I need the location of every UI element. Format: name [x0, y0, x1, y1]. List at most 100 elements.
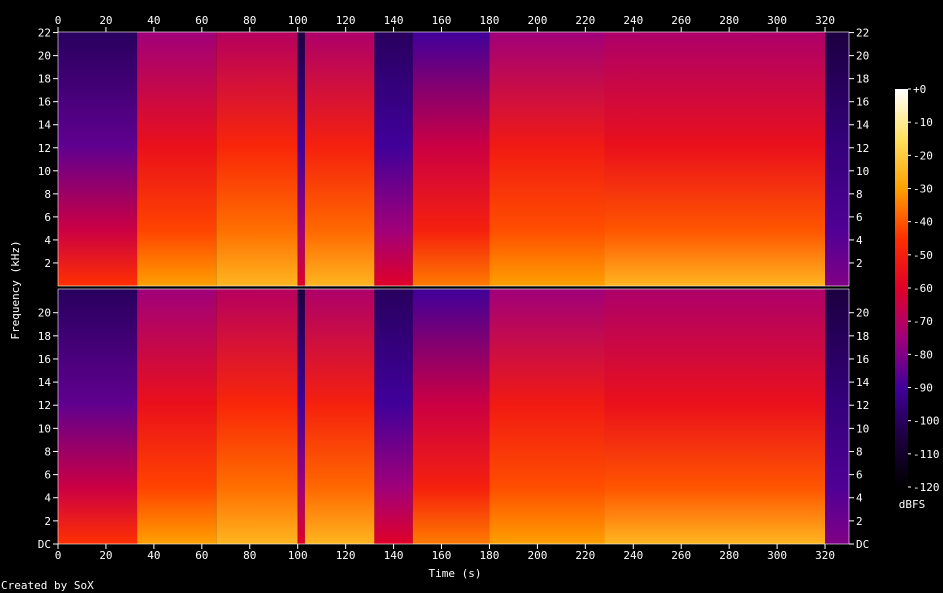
- x-tick-label: 200: [527, 549, 547, 562]
- colorbar-gradient: [895, 89, 908, 487]
- y-tick-label: 6: [856, 469, 863, 482]
- colorbar-tick-label: -60: [913, 282, 933, 295]
- y-tick-label: 4: [44, 234, 51, 247]
- spectrogram-segment: [304, 289, 375, 544]
- spectrogram-segment: [374, 32, 413, 286]
- colorbar-tick-label: -10: [913, 116, 933, 129]
- colorbar-tick-label: -50: [913, 249, 933, 262]
- y-tick-label: 18: [38, 73, 51, 86]
- y-tick-label: DC: [38, 538, 51, 551]
- colorbar-tick-label: -80: [913, 348, 933, 361]
- credit-text: Created by SoX: [1, 579, 94, 592]
- y-tick-label: 12: [38, 399, 51, 412]
- x-tick-label: 80: [243, 14, 256, 27]
- y-tick-label: 8: [44, 445, 51, 458]
- spectrogram-chart: 0 20 40 60 80 100 120 140 160 180 200 220 240 260 280 3…: [1, 14, 940, 592]
- spectrogram-segment: [137, 289, 217, 544]
- x-tick-label: 240: [623, 549, 643, 562]
- spectrogram-segment: [825, 289, 849, 544]
- y-tick-label: 12: [856, 142, 869, 155]
- spectrogram-segment: [58, 289, 138, 544]
- y-tick-label: 14: [856, 119, 870, 132]
- x-tick-label: 200: [527, 14, 547, 27]
- spectrogram-segment: [216, 289, 298, 544]
- colorbar-label: dBFS: [899, 498, 926, 511]
- y-tick-label: 10: [38, 165, 51, 178]
- y-tick-label: 16: [38, 96, 51, 109]
- y-tick-label: 20: [38, 307, 51, 320]
- y-tick-label: 4: [44, 492, 51, 505]
- x-tick-label: 220: [575, 14, 595, 27]
- x-tick-label: 180: [480, 549, 500, 562]
- y-tick-label: 10: [856, 422, 869, 435]
- spectrogram-segment: [412, 32, 490, 286]
- x-ticks-bottom: 0 20 40 60 80 100 120 140 160 180 200 220 240 260 280 3…: [55, 544, 835, 562]
- plot-areas: [57, 31, 850, 545]
- x-tick-label: 240: [623, 14, 643, 27]
- y-tick-label: 14: [38, 376, 52, 389]
- y-tick-label: 8: [44, 188, 51, 201]
- colorbar-tick-label: -100: [913, 415, 940, 428]
- x-tick-label: 280: [719, 549, 739, 562]
- x-tick-label: 120: [336, 14, 356, 27]
- y-tick-label: 16: [856, 96, 869, 109]
- x-tick-label: 260: [671, 14, 691, 27]
- spectrogram-segment: [489, 289, 605, 544]
- y-tick-label: 16: [856, 353, 869, 366]
- y-tick-label: 4: [856, 492, 863, 505]
- x-tick-label: 60: [195, 549, 208, 562]
- x-tick-label: 0: [55, 14, 62, 27]
- y-tick-label: 20: [38, 50, 51, 63]
- y-tick-label: 2: [856, 515, 863, 528]
- x-tick-label: 0: [55, 549, 62, 562]
- y-tick-label: 14: [38, 119, 52, 132]
- y-axis-label: Frequency (kHz): [9, 240, 22, 339]
- spectrogram-segment: [374, 289, 413, 544]
- x-tick-label: 300: [767, 549, 787, 562]
- x-tick-label: 80: [243, 549, 256, 562]
- x-tick-label: 160: [432, 549, 452, 562]
- x-tick-label: 300: [767, 14, 787, 27]
- y-tick-label: 6: [44, 469, 51, 482]
- x-tick-label: 280: [719, 14, 739, 27]
- colorbar-tick-label: -120: [913, 481, 940, 494]
- spectrogram-segment: [604, 289, 826, 544]
- spectrogram-segment: [489, 32, 605, 286]
- x-tick-label: 140: [384, 549, 404, 562]
- spectrogram-segment: [304, 32, 375, 286]
- x-tick-label: 100: [288, 549, 308, 562]
- spectrogram-segment: [216, 32, 298, 286]
- y-tick-label: 20: [856, 50, 869, 63]
- x-axis-label: Time (s): [429, 567, 482, 580]
- y-tick-label: 20: [856, 307, 869, 320]
- x-tick-label: 20: [99, 14, 112, 27]
- y-tick-label: 12: [856, 399, 869, 412]
- colorbar-tick-label: -30: [913, 183, 933, 196]
- colorbar-tick-label: -40: [913, 216, 933, 229]
- x-tick-label: 320: [815, 549, 835, 562]
- y-tick-label: 2: [856, 257, 863, 270]
- x-tick-label: 140: [384, 14, 404, 27]
- spectrogram-segment: [412, 289, 490, 544]
- y-tick-label: 4: [856, 234, 863, 247]
- x-tick-label: 40: [147, 549, 160, 562]
- y-tick-label: 18: [38, 330, 51, 343]
- x-tick-label: 180: [480, 14, 500, 27]
- y-tick-label: 10: [38, 422, 51, 435]
- x-tick-label: 20: [99, 549, 112, 562]
- y-tick-label: 6: [44, 211, 51, 224]
- spectrogram-segment: [58, 32, 138, 286]
- y-tick-label: 10: [856, 165, 869, 178]
- y-tick-label: 2: [44, 515, 51, 528]
- colorbar-tick-label: -90: [913, 382, 933, 395]
- x-tick-label: 220: [575, 549, 595, 562]
- colorbar-tick-label: +0: [913, 83, 926, 96]
- y-tick-label: 22: [38, 27, 51, 40]
- colorbar: +0 -10 -20 -30 -40 -50 -60 -70 -80 -90 -100 -110 -12…: [895, 83, 940, 494]
- x-tick-label: 40: [147, 14, 160, 27]
- y-tick-label: 8: [856, 188, 863, 201]
- spectrogram-figure: 0 20 40 60 80 100 120 140 160 180 200 220 240 260 280 3…: [0, 0, 943, 593]
- x-ticks-top: 0 20 40 60 80 100 120 140 160 180 200 220 240 260 280 3…: [55, 14, 835, 32]
- colorbar-tick-label: -70: [913, 315, 933, 328]
- y-tick-label: DC: [856, 538, 869, 551]
